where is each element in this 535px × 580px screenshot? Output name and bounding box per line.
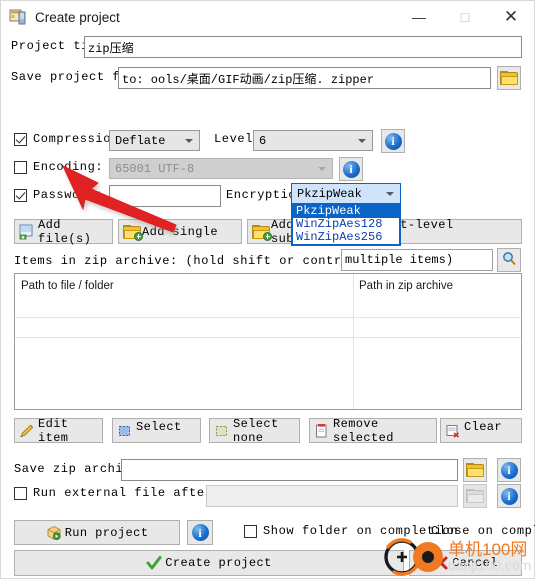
row-divider — [15, 317, 521, 318]
save-project-file-browse-button[interactable] — [497, 66, 521, 90]
check-icon — [146, 555, 162, 571]
edit-item-label: Edit item — [38, 416, 69, 445]
compression-level-select[interactable]: 6 — [253, 130, 373, 151]
package-icon — [46, 525, 62, 541]
encoding-select[interactable]: 65001 UTF-8 — [109, 158, 333, 179]
folder-icon — [500, 71, 518, 85]
encryption-select[interactable]: PkzipWeak — [291, 183, 401, 204]
select-none-label: Select none — [233, 416, 279, 445]
pencil-icon — [19, 423, 35, 439]
search-icon — [502, 251, 517, 270]
info-icon: i — [500, 461, 518, 479]
save-zip-input[interactable] — [121, 459, 458, 481]
encoding-row: Encoding: — [14, 160, 103, 174]
create-project-label: Create project — [165, 556, 272, 570]
create-project-button[interactable]: Create project — [14, 550, 404, 576]
password-row: Password: — [14, 188, 103, 202]
run-project-button[interactable]: Run project — [14, 520, 180, 545]
password-checkbox[interactable] — [14, 188, 27, 202]
clear-icon — [445, 423, 461, 439]
title-bar: Create project — □ ✕ — [1, 1, 534, 33]
row-divider — [15, 337, 521, 338]
select-none-button[interactable]: Select none — [209, 416, 300, 445]
info-icon: i — [191, 524, 209, 541]
add-folder-icon — [123, 224, 143, 241]
show-folder-checkbox[interactable] — [244, 524, 257, 538]
encoding-label: Encoding: — [33, 160, 104, 174]
chevron-down-icon — [318, 166, 326, 171]
compression-checkbox[interactable] — [14, 132, 27, 146]
encryption-dropdown-list[interactable]: PkzipWeak WinZipAes128 WinZipAes256 — [291, 203, 401, 246]
project-title-input[interactable]: zip压缩 — [84, 36, 522, 58]
items-search-button[interactable] — [497, 248, 521, 272]
add-files-button[interactable]: Add file(s) — [14, 217, 113, 246]
chevron-down-icon — [185, 138, 193, 143]
compression-method-select[interactable]: Deflate — [109, 130, 200, 151]
encryption-value: PkzipWeak — [297, 186, 362, 201]
select-all-button[interactable]: Select — [112, 418, 201, 443]
column-path-to-file[interactable]: Path to file / folder — [15, 274, 353, 298]
save-zip-info-button[interactable]: i — [497, 458, 521, 482]
compression-level-value: 6 — [259, 133, 267, 148]
encoding-value: 65001 UTF-8 — [115, 161, 195, 176]
clear-label: Clear — [464, 420, 503, 434]
info-icon: i — [500, 487, 518, 505]
run-project-info-button[interactable]: i — [187, 520, 213, 545]
folder-icon — [466, 489, 484, 503]
add-file-icon — [19, 224, 35, 240]
edit-item-button[interactable]: Edit item — [14, 416, 103, 445]
minimize-button[interactable]: — — [396, 1, 442, 33]
chevron-down-icon — [358, 138, 366, 143]
remove-selected-button[interactable]: Remove selected — [309, 416, 437, 445]
run-external-input[interactable] — [206, 485, 458, 507]
watermark: 单机100网 danji100.com — [380, 533, 532, 577]
maximize-button[interactable]: □ — [442, 1, 488, 33]
remove-icon — [314, 423, 330, 439]
window-controls: — □ ✕ — [396, 1, 534, 33]
clear-button[interactable]: Clear — [440, 418, 522, 443]
run-external-info-button[interactable]: i — [497, 484, 521, 508]
add-single-label: Add single — [142, 224, 219, 239]
run-project-label: Run project — [64, 525, 149, 540]
listview-header: Path to file / folder Path in zip archiv… — [15, 274, 521, 298]
create-project-window: Create project — □ ✕ Project tit zip压缩 S… — [0, 0, 535, 579]
run-external-browse-button[interactable] — [463, 484, 487, 508]
compression-method-value: Deflate — [115, 133, 166, 148]
column-path-in-archive[interactable]: Path in zip archive — [353, 274, 521, 298]
compression-info-button[interactable]: i — [381, 129, 405, 153]
run-external-checkbox[interactable] — [14, 486, 27, 500]
items-listview[interactable]: Path to file / folder Path in zip archiv… — [14, 273, 522, 410]
remove-selected-label: Remove selected — [333, 416, 394, 445]
dialog-body: Project tit zip压缩 Save project file to: … — [1, 33, 535, 578]
items-filter-input[interactable]: multiple items) — [341, 249, 493, 271]
column-divider — [353, 274, 354, 409]
add-files-label: Add file(s) — [38, 217, 92, 246]
select-all-label: Select — [136, 420, 182, 434]
encryption-option-winzipaes256[interactable]: WinZipAes256 — [293, 231, 399, 244]
close-button[interactable]: ✕ — [488, 1, 534, 33]
save-zip-browse-button[interactable] — [463, 458, 487, 482]
folder-icon — [466, 463, 484, 477]
select-none-icon — [214, 423, 230, 439]
add-folder-icon — [252, 224, 272, 241]
info-icon: i — [384, 132, 402, 150]
info-icon: i — [342, 160, 360, 178]
save-project-file-input[interactable]: to: ools/桌面/GIF动画/zip压缩. zipper — [118, 67, 491, 89]
password-label: Password: — [33, 188, 104, 202]
watermark-en-text: danji100.com — [448, 557, 532, 573]
window-title: Create project — [35, 9, 120, 25]
encoding-info-button[interactable]: i — [339, 157, 363, 181]
select-all-icon — [117, 423, 133, 439]
chevron-down-icon — [386, 191, 394, 196]
add-single-button[interactable]: Add single — [118, 219, 242, 244]
app-window-icon — [9, 8, 27, 26]
encoding-checkbox[interactable] — [14, 160, 27, 174]
password-input[interactable] — [109, 185, 221, 207]
